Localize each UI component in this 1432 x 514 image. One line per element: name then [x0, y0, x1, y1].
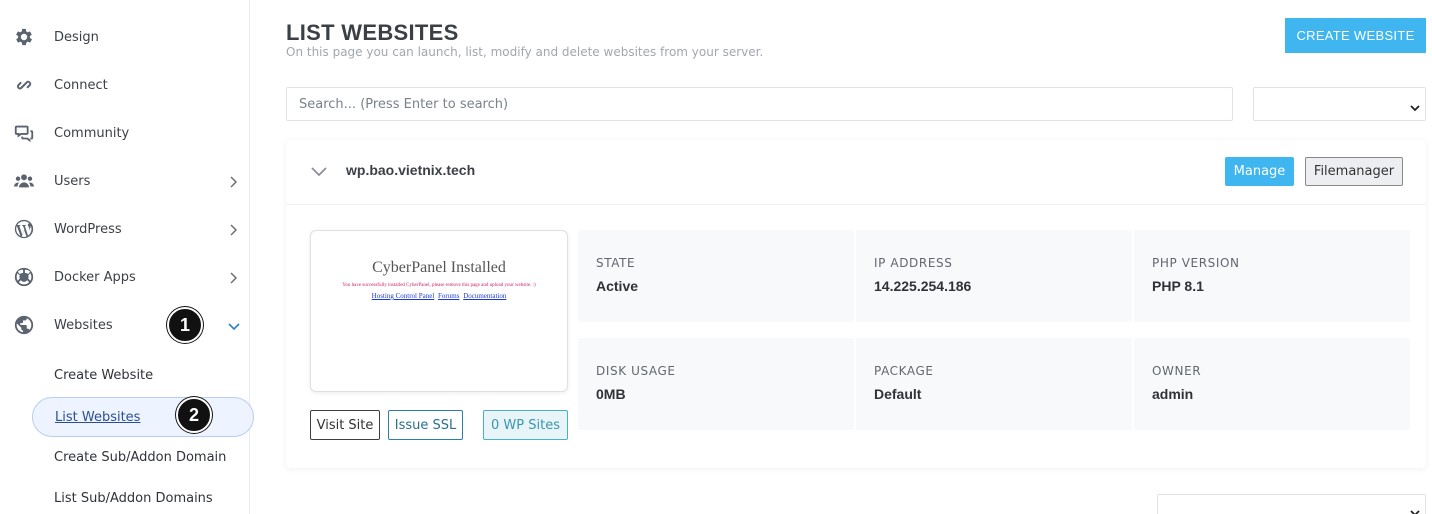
website-domain: wp.bao.vietnix.tech [346, 162, 476, 178]
chevron-right-icon [226, 270, 240, 284]
info-label: PACKAGE [874, 364, 934, 378]
info-value: 0MB [596, 386, 626, 402]
sidebar-item-label: Community [54, 125, 130, 141]
preview-link: Hosting Control Panel [371, 292, 435, 300]
info-package: PACKAGE Default [856, 338, 1132, 430]
info-label: DISK USAGE [596, 364, 676, 378]
search-input[interactable] [286, 87, 1233, 121]
sidebar-item-docker-apps[interactable]: Docker Apps [0, 257, 250, 297]
sidebar-item-label: Docker Apps [54, 269, 136, 285]
wp-sites-button[interactable]: 0 WP Sites [483, 410, 568, 440]
info-value: PHP 8.1 [1152, 278, 1204, 294]
sidebar-item-label: Connect [54, 77, 108, 93]
website-preview-thumbnail: CyberPanel Installed You have successful… [310, 230, 568, 392]
info-label: IP ADDRESS [874, 256, 953, 270]
page-title: LIST WEBSITES [286, 20, 459, 45]
chat-icon [12, 121, 36, 145]
manage-button[interactable]: Manage [1225, 157, 1294, 186]
preview-link: Forums [438, 292, 460, 300]
info-label: STATE [596, 256, 636, 270]
filter-select[interactable] [1253, 87, 1426, 121]
submenu-item-create-sub-addon-domain[interactable]: Create Sub/Addon Domain [54, 450, 226, 465]
issue-ssl-button[interactable]: Issue SSL [388, 410, 463, 440]
info-value: admin [1152, 386, 1194, 402]
info-php-version: PHP VERSION PHP 8.1 [1134, 230, 1410, 322]
submenu-item-create-website[interactable]: Create Website [54, 368, 153, 383]
app-root: Design Connect Community Users WordPress… [0, 0, 1432, 514]
info-value: 14.225.254.186 [874, 278, 972, 294]
submenu-item-list-sub-addon-domains[interactable]: List Sub/Addon Domains [54, 491, 213, 506]
gear-icon [12, 25, 36, 49]
preview-links: Hosting Control Panel Forums Documentati… [311, 292, 567, 300]
chevron-down-icon[interactable] [310, 164, 328, 178]
sidebar-item-wordpress[interactable]: WordPress [0, 209, 250, 249]
sidebar-item-label: Design [54, 29, 99, 45]
step-badge: 2 [176, 397, 212, 433]
sidebar-item-design[interactable]: Design [0, 17, 250, 57]
sidebar-item-community[interactable]: Community [0, 113, 250, 153]
preview-text: You have successfully installed CyberPan… [342, 283, 536, 288]
chevron-down-icon [1409, 504, 1421, 514]
sidebar-item-users[interactable]: Users [0, 161, 250, 201]
sidebar-item-label: WordPress [54, 221, 122, 237]
visit-site-button[interactable]: Visit Site [310, 410, 380, 440]
sidebar: Design Connect Community Users WordPress… [0, 0, 254, 514]
preview-title: CyberPanel Installed [372, 259, 506, 276]
info-owner: OWNER admin [1134, 338, 1410, 430]
info-state: STATE Active [578, 230, 854, 322]
submenu-item-label: List Websites [55, 410, 141, 425]
page-subtitle: On this page you can launch, list, modif… [286, 45, 764, 59]
website-card: wp.bao.vietnix.tech Manage Filemanager C… [286, 140, 1426, 468]
submenu-item-list-websites[interactable]: List Websites [32, 397, 254, 437]
wordpress-icon [12, 217, 36, 241]
users-icon [12, 169, 36, 193]
chevron-down-icon [227, 318, 241, 332]
sidebar-item-label: Websites [54, 317, 113, 333]
pagination-select[interactable] [1157, 494, 1426, 514]
sidebar-item-websites[interactable]: Websites [0, 305, 250, 345]
link-icon [12, 73, 36, 97]
info-label: PHP VERSION [1152, 256, 1240, 270]
info-value: Default [874, 386, 922, 402]
chevron-right-icon [226, 174, 240, 188]
chevron-down-icon [1409, 99, 1421, 112]
sidebar-item-connect[interactable]: Connect [0, 65, 250, 105]
create-website-button[interactable]: CREATE WEBSITE [1285, 18, 1426, 53]
info-label: OWNER [1152, 364, 1202, 378]
preview-link: Documentation [463, 292, 507, 300]
chevron-right-icon [226, 222, 240, 236]
step-badge: 1 [167, 307, 203, 343]
docker-icon [12, 265, 36, 289]
filemanager-button[interactable]: Filemanager [1305, 157, 1403, 186]
info-ip-address: IP ADDRESS 14.225.254.186 [856, 230, 1132, 322]
info-value: Active [596, 278, 639, 294]
globe-icon [12, 313, 36, 337]
sidebar-item-label: Users [54, 173, 91, 189]
info-disk-usage: DISK USAGE 0MB [578, 338, 854, 430]
website-card-header: wp.bao.vietnix.tech Manage Filemanager [286, 140, 1426, 205]
